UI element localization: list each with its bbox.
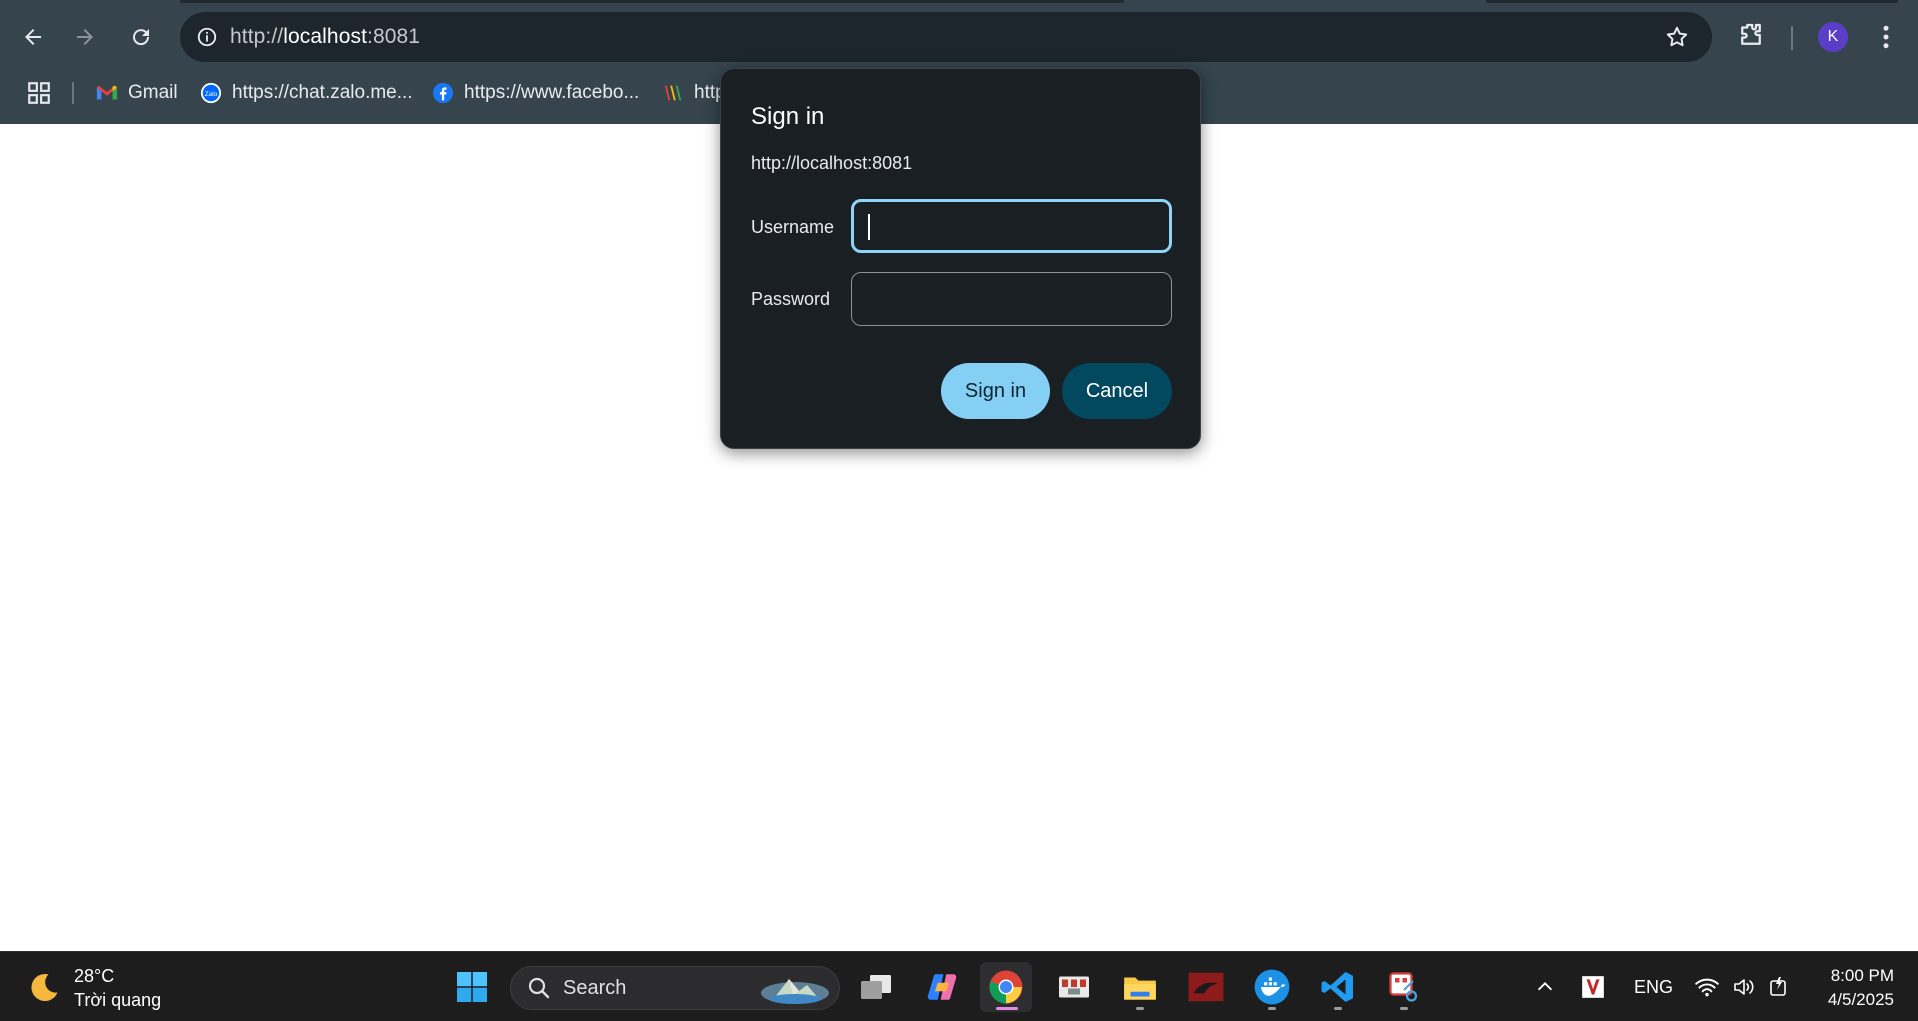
- battery-status[interactable]: [1766, 952, 1792, 1021]
- battery-charging-icon: [1770, 977, 1786, 996]
- weather-widget[interactable]: 28°C Trời quang: [26, 964, 161, 1012]
- wifi-status[interactable]: [1694, 952, 1720, 1021]
- chrome-taskbar-button[interactable]: [980, 962, 1032, 1012]
- sign-in-button[interactable]: Sign in: [941, 363, 1050, 419]
- facebook-icon: [432, 82, 454, 104]
- bookmark-gmail[interactable]: Gmail: [96, 78, 178, 108]
- dialog-title: Sign in: [751, 103, 825, 130]
- snipping-tool-icon: [1389, 972, 1418, 1002]
- username-label: Username: [751, 217, 835, 237]
- browser-toolbar: http://localhost:8081 K: [0, 0, 1918, 76]
- moon-icon: [31, 974, 58, 1002]
- task-view-button[interactable]: [850, 962, 902, 1012]
- running-indicator: [1400, 1007, 1408, 1010]
- running-indicator: [1334, 1007, 1342, 1010]
- password-label: Password: [751, 289, 831, 309]
- site-info-icon[interactable]: [194, 24, 220, 50]
- forward-button[interactable]: [66, 18, 104, 56]
- app-icon: [1059, 976, 1089, 998]
- chrome-icon: [989, 970, 1023, 1004]
- extensions-icon[interactable]: [1736, 20, 1766, 55]
- windows-logo-icon: [457, 972, 487, 1002]
- text-caret: [868, 214, 870, 240]
- address-bar[interactable]: http://localhost:8081: [180, 12, 1712, 62]
- cancel-button[interactable]: Cancel: [1062, 363, 1172, 419]
- tab-strip-edge: [1486, 0, 1898, 3]
- clock-time: 8:00 PM: [1830, 966, 1894, 985]
- docker-button[interactable]: [1246, 962, 1298, 1012]
- show-hidden-icons[interactable]: [1534, 952, 1556, 1021]
- snipping-tool-button[interactable]: [1378, 962, 1430, 1012]
- reload-button[interactable]: [122, 18, 160, 56]
- bookmark-zalo[interactable]: Zalo https://chat.zalo.me...: [200, 78, 413, 108]
- vscode-button[interactable]: [1312, 962, 1364, 1012]
- reload-icon: [133, 29, 150, 46]
- site-icon: [662, 82, 684, 104]
- gmail-icon: [96, 82, 118, 104]
- vscode-icon: [1321, 972, 1353, 1002]
- docker-icon: [1254, 969, 1290, 1005]
- bookmark-facebook[interactable]: https://www.facebo...: [432, 78, 639, 108]
- tab-strip-edge: [180, 0, 1124, 3]
- copilot-icon: [927, 974, 957, 1000]
- search-highlight-icon: [761, 979, 829, 1004]
- back-button[interactable]: [14, 18, 52, 56]
- task-view-icon: [861, 975, 891, 999]
- arrow-left-icon: [25, 29, 41, 45]
- sign-in-dialog: Sign in http://localhost:8081 Username P…: [720, 68, 1201, 449]
- weather-temperature: 28°C: [74, 966, 115, 986]
- app-taskbar-button[interactable]: [1048, 962, 1100, 1012]
- url-text: http://localhost:8081: [230, 25, 421, 48]
- file-explorer-icon: [1124, 977, 1156, 1000]
- username-input[interactable]: [851, 199, 1172, 253]
- wifi-icon: [1695, 978, 1719, 997]
- arrow-right-icon: [77, 29, 93, 45]
- password-input[interactable]: [851, 272, 1172, 326]
- apps-grid-icon[interactable]: [26, 80, 52, 111]
- bookmark-star-icon[interactable]: [1664, 24, 1690, 55]
- volume-status[interactable]: [1732, 952, 1756, 1021]
- bookmarks-divider: [72, 82, 74, 104]
- tray-app[interactable]: [1580, 952, 1606, 1021]
- copilot-button[interactable]: [916, 962, 968, 1012]
- chevron-up-icon: [1537, 982, 1553, 991]
- search-placeholder: Search: [563, 976, 627, 999]
- taskbar-search[interactable]: Search: [510, 966, 840, 1010]
- search-icon: [528, 977, 550, 999]
- zalo-icon: Zalo: [200, 82, 222, 104]
- taskbar: 28°C Trời quang Search ENG 8:00 PM 4/5/2…: [0, 951, 1918, 1021]
- kali-button[interactable]: [1180, 962, 1232, 1012]
- bookmark-site[interactable]: http: [662, 78, 726, 108]
- weather-description: Trời quang: [74, 990, 162, 1010]
- running-indicator: [1136, 1007, 1144, 1010]
- speaker-icon: [1734, 979, 1754, 995]
- svg-text:Zalo: Zalo: [205, 91, 218, 98]
- system-clock[interactable]: 8:00 PM 4/5/2025: [1800, 964, 1894, 1012]
- running-indicator: [1268, 1007, 1276, 1010]
- toolbar-divider: [1791, 26, 1793, 50]
- profile-avatar[interactable]: K: [1818, 22, 1848, 52]
- language-indicator[interactable]: ENG: [1634, 952, 1673, 1021]
- file-explorer-button[interactable]: [1114, 962, 1166, 1012]
- dialog-origin: http://localhost:8081: [751, 153, 913, 173]
- kali-icon: [1188, 972, 1224, 1002]
- start-button[interactable]: [446, 962, 498, 1012]
- clock-date: 4/5/2025: [1827, 990, 1894, 1009]
- running-indicator: [996, 1007, 1018, 1010]
- tray-app-icon: [1582, 976, 1604, 998]
- more-menu-icon[interactable]: [1876, 22, 1896, 57]
